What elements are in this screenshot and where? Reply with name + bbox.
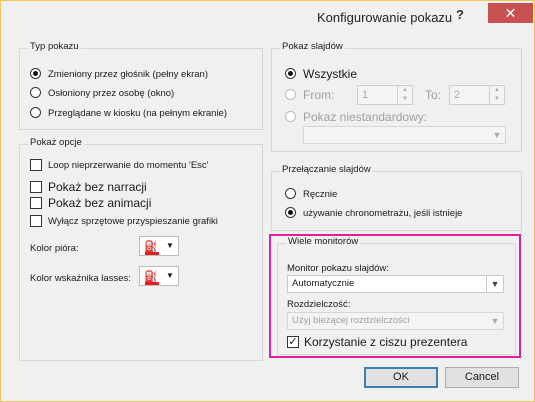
monitor-value: Automatycznie <box>292 278 355 289</box>
disable-hw-accel-checkbox[interactable] <box>30 215 42 227</box>
from-slide-value: 1 <box>362 89 369 101</box>
label-advance-timings: używanie chronometrażu, jeśli istnieje <box>303 208 463 219</box>
close-button[interactable]: ✕ <box>488 3 533 23</box>
cancel-button[interactable]: Cancel <box>445 367 519 388</box>
label-custom-show: Pokaz niestandardowy: <box>303 110 428 124</box>
loop-label: Loop nieprzerwanie do momentu 'Esc' <box>48 160 209 171</box>
dropdown-arrow-icon: ▼ <box>166 271 174 280</box>
radio-advance-timings[interactable] <box>285 207 296 218</box>
resolution-select[interactable]: Użyj bieżącej rozdzielczości ▼ <box>287 312 504 330</box>
label-to: To: <box>425 88 442 102</box>
ok-button[interactable]: OK <box>364 367 438 388</box>
no-narration-checkbox[interactable] <box>30 181 42 193</box>
radio-all-slides[interactable] <box>285 68 296 79</box>
laser-color-picker[interactable]: ⛽ ▼ <box>139 266 179 286</box>
pen-color-label: Kolor pióra: <box>30 243 79 254</box>
label-browsed-by-individual: Osłoniony przez osobę (okno) <box>48 88 175 99</box>
loop-checkbox[interactable] <box>30 159 42 171</box>
to-slide-value: 2 <box>454 89 461 101</box>
spin-arrows-icon[interactable]: ▲ ▼ <box>397 86 412 104</box>
label-from: From: <box>303 88 335 102</box>
radio-custom-show[interactable] <box>285 111 296 122</box>
custom-show-select[interactable]: ▼ <box>303 126 506 144</box>
dialog-window: Konfigurowanie pokazu ? ✕ Typ pokazu Zmi… <box>0 0 535 402</box>
chevron-down-icon: ▼ <box>492 130 502 140</box>
radio-browsed-at-kiosk[interactable] <box>30 107 41 118</box>
pen-color-picker[interactable]: ⛽ ▼ <box>139 236 179 256</box>
show-options-title: Pokaż opcje <box>28 137 84 148</box>
label-all-slides: Wszystkie <box>303 67 357 81</box>
radio-from-slide[interactable] <box>285 89 296 100</box>
from-slide-spinner[interactable]: 1 ▲ ▼ <box>357 85 413 105</box>
laser-color-swatch <box>145 282 159 285</box>
radio-presented-by-speaker[interactable] <box>30 68 41 79</box>
spin-arrows-icon[interactable]: ▲ ▼ <box>489 86 504 104</box>
advance-slides-title: Przełączanie slajdów <box>280 164 373 175</box>
help-button[interactable]: ? <box>453 7 467 22</box>
show-slides-title: Pokaz slajdów <box>280 41 345 52</box>
label-advance-manual: Ręcznie <box>303 189 338 200</box>
chevron-down-icon: ▼ <box>490 316 500 326</box>
advance-slides-group: Przełączanie slajdów <box>271 164 522 231</box>
label-presented-by-speaker: Zmieniony przez głośnik (pełny ekran) <box>48 69 208 80</box>
multiple-monitors-title: Wiele monitorów <box>286 236 361 247</box>
radio-browsed-by-individual[interactable] <box>30 87 41 98</box>
chevron-down-icon: ▼ <box>486 276 503 292</box>
presenter-view-label: Korzystanie z ciszu prezentera <box>304 335 468 349</box>
to-slide-spinner[interactable]: 2 ▲ ▼ <box>449 85 505 105</box>
monitor-select[interactable]: Automatycznie ▼ <box>287 275 504 293</box>
dropdown-arrow-icon: ▼ <box>166 241 174 250</box>
title-bar: Konfigurowanie pokazu ? ✕ <box>1 1 534 34</box>
show-type-title: Typ pokazu <box>28 41 81 52</box>
no-narration-label: Pokaż bez narracji <box>48 180 147 194</box>
dialog-title: Konfigurowanie pokazu <box>317 10 453 25</box>
disable-hw-accel-label: Wyłącz sprzętowe przyspieszanie grafiki <box>48 216 218 227</box>
resolution-label: Rozdzielczość: <box>287 299 351 310</box>
no-animation-label: Pokaż bez animacji <box>48 196 152 210</box>
presenter-view-checkbox[interactable]: ✓ <box>287 336 299 348</box>
monitor-label: Monitor pokazu slajdów: <box>287 263 389 274</box>
resolution-value: Użyj bieżącej rozdzielczości <box>292 315 410 326</box>
no-animation-checkbox[interactable] <box>30 197 42 209</box>
pen-color-swatch <box>145 252 159 255</box>
label-browsed-at-kiosk: Przeglądane w kiosku (na pełnym ekranie) <box>48 108 228 119</box>
laser-color-label: Kolor wskaźnika lasses: <box>30 273 131 284</box>
radio-advance-manual[interactable] <box>285 188 296 199</box>
